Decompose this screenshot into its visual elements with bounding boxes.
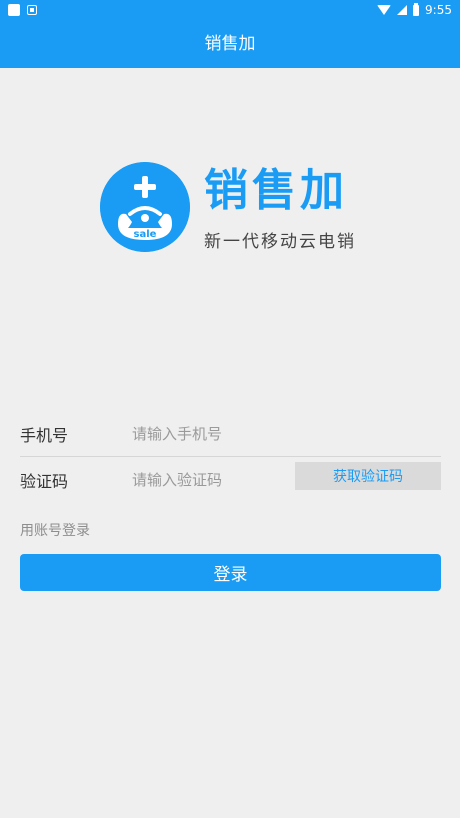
wifi-icon bbox=[377, 5, 392, 15]
get-code-button[interactable]: 获取验证码 bbox=[295, 462, 441, 490]
phone-input[interactable] bbox=[130, 418, 434, 450]
logo-badge-text: sale bbox=[134, 229, 157, 240]
login-form: 手机号 验证码 获取验证码 bbox=[20, 410, 441, 502]
status-bar: 9:55 bbox=[0, 0, 460, 20]
logo: sale 销售加 新一代移动云电销 bbox=[100, 162, 370, 258]
app-bar: 销售加 bbox=[0, 20, 460, 68]
notification-icon bbox=[8, 4, 20, 16]
phone-label: 手机号 bbox=[20, 426, 69, 445]
login-button[interactable]: 登录 bbox=[20, 554, 441, 591]
logo-phone-icon: sale bbox=[100, 162, 190, 252]
battery-icon bbox=[413, 2, 420, 16]
signal-icon bbox=[397, 5, 408, 15]
logo-slogan: 新一代移动云电销 bbox=[204, 232, 356, 252]
phone-row: 手机号 bbox=[20, 410, 441, 456]
app-notification-icon bbox=[27, 5, 37, 15]
status-time: 9:55 bbox=[425, 3, 452, 17]
code-label: 验证码 bbox=[20, 472, 69, 491]
code-row: 验证码 获取验证码 bbox=[20, 456, 441, 502]
status-icons: 9:55 bbox=[377, 2, 452, 18]
app-bar-title: 销售加 bbox=[204, 34, 256, 54]
code-input[interactable] bbox=[130, 464, 294, 496]
logo-title: 销售加 bbox=[204, 165, 348, 216]
account-login-link[interactable]: 用账号登录 bbox=[20, 520, 90, 540]
